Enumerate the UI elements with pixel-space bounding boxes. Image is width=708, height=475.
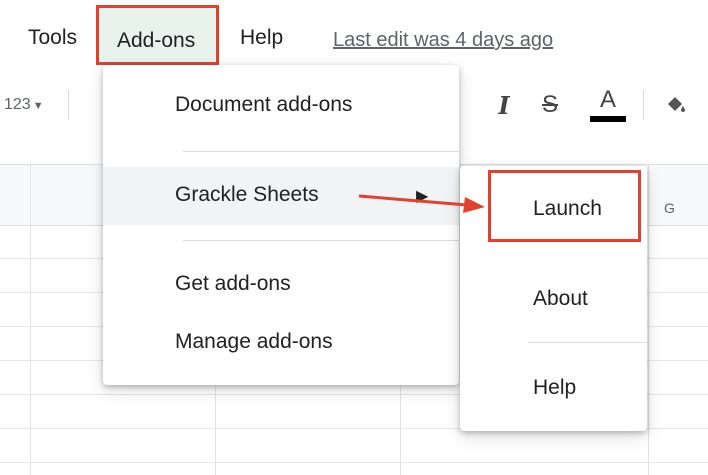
grid-line xyxy=(0,462,708,463)
toolbar-divider xyxy=(68,90,69,120)
text-color-letter: A xyxy=(599,86,616,113)
submenu-item-label: About xyxy=(533,287,588,310)
italic-icon[interactable]: I xyxy=(491,88,517,122)
menu-help[interactable]: Help xyxy=(240,26,283,50)
menu-divider xyxy=(528,342,647,343)
menu-divider xyxy=(183,151,459,152)
last-edit-link[interactable]: Last edit was 4 days ago xyxy=(333,29,553,52)
menu-item-document-addons[interactable]: Document add-ons xyxy=(103,77,459,133)
menu-tools[interactable]: Tools xyxy=(28,26,77,50)
fill-color-icon[interactable] xyxy=(662,88,690,122)
menu-bar: Tools Add-ons Help Last edit was 4 days … xyxy=(0,0,708,75)
chevron-down-icon: ▼ xyxy=(32,100,44,112)
menu-item-manage-addons[interactable]: Manage add-ons xyxy=(103,316,459,372)
menu-divider xyxy=(183,240,459,241)
number-format-label: 123 xyxy=(4,96,31,113)
submenu-item-about[interactable]: About xyxy=(460,270,647,328)
menu-item-label: Grackle Sheets xyxy=(175,183,319,206)
menu-item-get-addons[interactable]: Get add-ons xyxy=(103,258,459,314)
menu-item-label: Manage add-ons xyxy=(175,330,333,353)
text-color-swatch xyxy=(590,116,626,122)
number-format-dropdown[interactable]: 123 ▼ xyxy=(4,96,44,114)
menu-item-label: Get add-ons xyxy=(175,272,291,295)
submenu-item-launch[interactable]: Launch xyxy=(488,170,641,242)
text-color-icon[interactable]: A xyxy=(590,86,626,122)
toolbar-divider xyxy=(643,90,644,120)
submenu-item-label: Help xyxy=(533,376,577,399)
submenu-item-label: Launch xyxy=(533,197,602,220)
column-header-g[interactable]: G xyxy=(664,200,675,216)
menu-addons-label: Add-ons xyxy=(117,29,196,52)
submenu-item-help[interactable]: Help xyxy=(460,360,647,418)
menu-item-label: Document add-ons xyxy=(175,93,353,116)
strikethrough-icon[interactable]: S xyxy=(537,88,563,122)
annotation-arrow-icon xyxy=(358,194,485,213)
addons-dropdown-menu: Document add-ons Grackle Sheets ▶ Get ad… xyxy=(103,65,459,385)
menu-addons[interactable]: Add-ons xyxy=(96,5,219,65)
